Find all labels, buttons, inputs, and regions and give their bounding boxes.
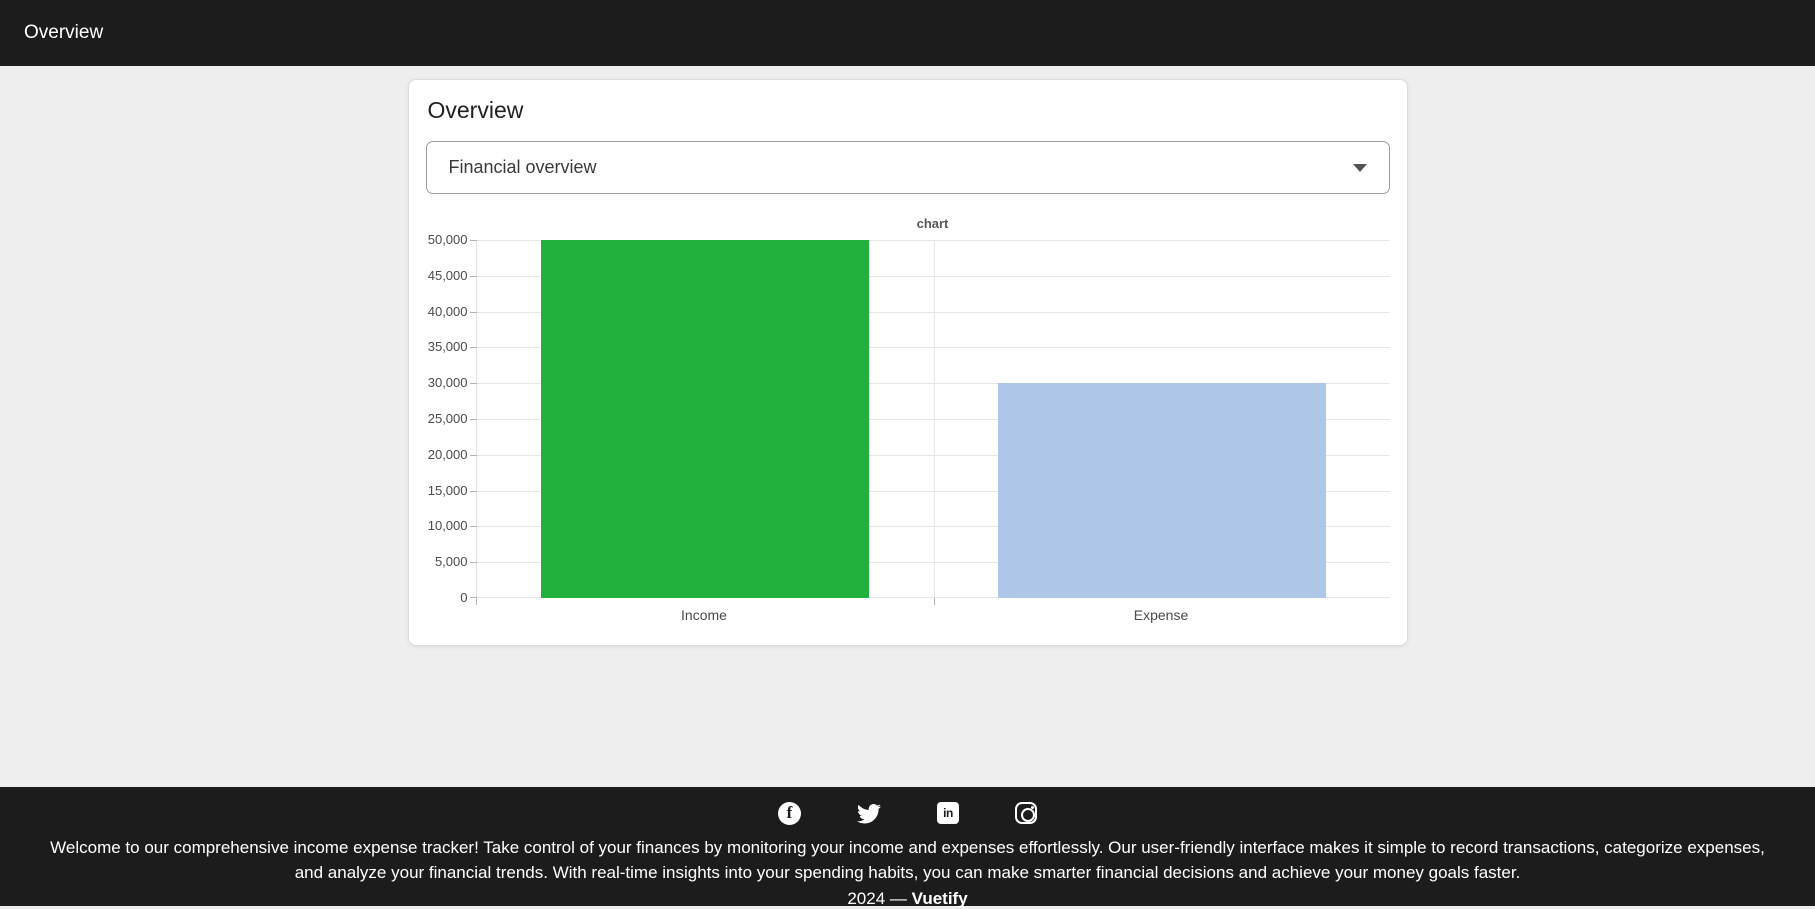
y-axis-tick — [469, 454, 477, 456]
instagram-icon[interactable] — [1015, 802, 1037, 824]
y-axis-tick — [469, 347, 477, 349]
y-axis-tick — [469, 419, 477, 420]
y-axis-label: 25,000 — [427, 411, 468, 426]
x-axis-label: Expense — [1133, 607, 1189, 623]
chart-bar-expense[interactable] — [998, 383, 1326, 598]
footer: f in Welcome to our comprehensive income… — [0, 787, 1815, 909]
card-title: Overview — [427, 97, 524, 123]
x-axis-labels: Income Expense — [476, 607, 1390, 623]
y-axis-tick — [469, 526, 477, 528]
y-axis-label: 20,000 — [427, 446, 468, 462]
y-axis-label: 45,000 — [427, 267, 468, 283]
y-axis-tick — [469, 383, 477, 385]
y-axis-tick — [469, 490, 477, 492]
chart-plot-area: 0 5,000 10,000 15,000 20,000 25,000 30,000 35,0… — [428, 232, 1390, 605]
y-axis-label: 10,000 — [427, 518, 468, 534]
overview-card: Overview Financial overview chart 0 5,000… — [407, 79, 1408, 646]
footer-copyright: 2024 — Vuetify — [0, 889, 1815, 909]
y-axis-tick — [469, 311, 477, 313]
financial-overview-select[interactable]: Financial overview — [425, 141, 1390, 194]
y-axis-tick — [469, 240, 477, 241]
y-axis-label: 40,000 — [427, 303, 468, 319]
y-axis-label: 50,000 — [427, 232, 468, 247]
x-axis-tick — [933, 598, 935, 605]
facebook-icon[interactable]: f — [778, 801, 801, 825]
copyright-year: 2024 — — [847, 889, 907, 908]
linkedin-icon[interactable]: in — [937, 802, 959, 824]
gridline — [933, 240, 935, 598]
main-content: Overview Financial overview chart 0 5,000… — [0, 79, 1815, 787]
y-axis-tick — [469, 275, 477, 277]
app-bar-title: Overview — [24, 22, 104, 43]
brand-name: Vuetify — [911, 889, 968, 908]
social-links: f in — [0, 800, 1815, 826]
chart-title: chart — [916, 216, 949, 231]
y-axis-label: 30,000 — [427, 375, 468, 391]
y-axis-label: 15,000 — [427, 482, 468, 498]
x-axis-label: Income — [681, 607, 727, 623]
x-axis-tick — [475, 598, 477, 605]
footer-description: Welcome to our comprehensive income expe… — [50, 838, 1765, 882]
y-axis-tick — [469, 562, 477, 564]
y-axis-label: 5,000 — [434, 554, 468, 570]
y-axis-label: 35,000 — [427, 339, 468, 355]
twitter-icon[interactable] — [857, 801, 881, 825]
select-value: Financial overview — [448, 157, 597, 177]
app-bar: Overview — [0, 0, 1815, 66]
chart: chart 0 5,000 10,000 15,000 20,000 25,000 30,0… — [426, 216, 1390, 623]
chart-bar-income[interactable] — [541, 240, 869, 598]
chevron-down-icon — [1352, 163, 1367, 172]
y-axis-label: 0 — [460, 590, 468, 605]
